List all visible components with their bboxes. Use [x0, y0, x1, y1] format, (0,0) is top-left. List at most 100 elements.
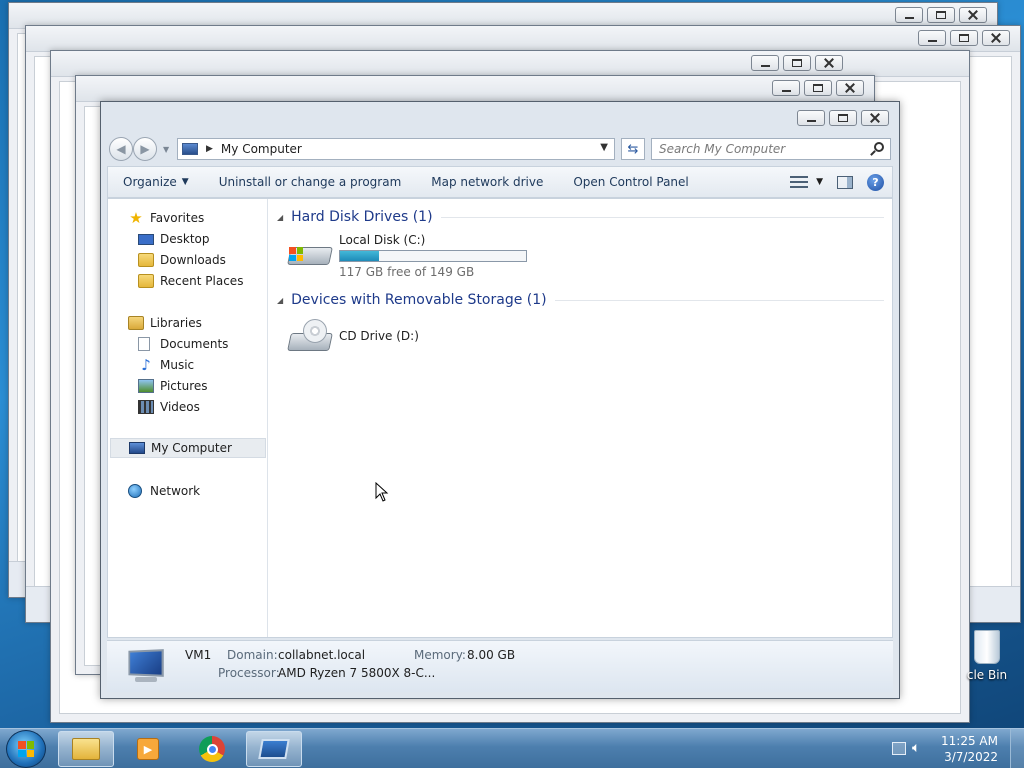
preview-pane-icon[interactable]: [837, 175, 853, 189]
nav-item-recent-places[interactable]: Recent Places: [138, 271, 243, 291]
clock-date[interactable]: 3/7/2022: [944, 750, 998, 764]
media-player-icon: ▶: [137, 738, 159, 760]
nav-item-favorites[interactable]: ★ Favorites: [128, 208, 204, 228]
minimize-button[interactable]: [895, 7, 923, 23]
disk-usage-fill: [340, 251, 380, 261]
views-icon: [790, 176, 809, 188]
close-button[interactable]: [815, 55, 843, 71]
minimize-button[interactable]: [772, 80, 800, 96]
maximize-icon: [936, 11, 946, 19]
show-desktop-button[interactable]: [1010, 729, 1024, 768]
nav-item-music[interactable]: ♪ Music: [138, 355, 194, 375]
window-titlebar: [76, 76, 874, 102]
refresh-button[interactable]: ⇆: [621, 138, 645, 160]
nav-item-downloads[interactable]: Downloads: [138, 250, 226, 270]
minimize-button[interactable]: [751, 55, 779, 71]
close-button[interactable]: [861, 110, 889, 126]
memory-key: Memory:: [414, 648, 466, 662]
uninstall-program-button[interactable]: Uninstall or change a program: [204, 167, 417, 197]
nav-label: Documents: [160, 337, 229, 351]
nav-item-libraries[interactable]: Libraries: [128, 313, 202, 333]
close-button[interactable]: [982, 30, 1010, 46]
maximize-button[interactable]: [950, 30, 978, 46]
collapse-triangle-icon: ◢: [277, 295, 284, 305]
maximize-button[interactable]: [783, 55, 811, 71]
change-view-button[interactable]: ▼: [790, 176, 823, 188]
address-bar[interactable]: ▶ My Computer ▼: [177, 138, 615, 160]
domain-value: collabnet.local: [278, 648, 366, 662]
remote-desktop-icon: [258, 739, 290, 759]
help-icon[interactable]: ?: [867, 173, 884, 191]
taskbar-explorer-button[interactable]: [58, 731, 114, 767]
drive-label: Local Disk (C:): [339, 233, 426, 247]
organize-button[interactable]: Organize ▼: [108, 167, 204, 197]
minimize-button[interactable]: [797, 110, 825, 126]
music-note-icon: ♪: [141, 356, 151, 374]
nav-item-documents[interactable]: Documents: [138, 334, 228, 354]
file-list: ◢ Hard Disk Drives (1) Local Disk (C:) 1…: [269, 199, 892, 637]
recent-pages-dropdown[interactable]: ▼: [163, 145, 171, 154]
close-icon: [991, 33, 1001, 43]
star-icon: ★: [129, 209, 143, 227]
computer-name: VM1: [185, 648, 212, 662]
open-control-panel-button[interactable]: Open Control Panel: [558, 167, 703, 197]
nav-label: Music: [160, 358, 195, 372]
taskbar-remote-desktop-button[interactable]: [246, 731, 302, 767]
back-button[interactable]: ◀: [109, 137, 133, 161]
close-button[interactable]: [836, 80, 864, 96]
nav-item-pictures[interactable]: Pictures: [138, 376, 208, 396]
close-icon: [845, 83, 855, 93]
clock-time[interactable]: 11:25 AM: [941, 734, 998, 748]
minimize-button[interactable]: [918, 30, 946, 46]
chevron-down-icon: ▼: [816, 177, 823, 187]
map-network-drive-button[interactable]: Map network drive: [416, 167, 558, 197]
pictures-icon: [138, 379, 154, 393]
group-header-hard-disk-drives[interactable]: ◢ Hard Disk Drives (1): [277, 207, 884, 227]
drive-info: CD Drive (D:): [339, 319, 419, 343]
address-dropdown-icon[interactable]: ▼: [600, 142, 608, 153]
taskbar-chrome-button[interactable]: [184, 731, 240, 767]
recycle-bin-desktop-icon[interactable]: cle Bin: [952, 628, 1022, 682]
nav-item-desktop[interactable]: Desktop: [138, 229, 210, 249]
nav-label: My Computer: [151, 441, 232, 455]
breadcrumb-arrow-icon[interactable]: ▶: [206, 144, 213, 154]
close-button[interactable]: [959, 7, 987, 23]
nav-item-videos[interactable]: Videos: [138, 397, 200, 417]
forward-button[interactable]: ▶: [133, 137, 157, 161]
start-button[interactable]: [6, 730, 46, 768]
group-header-removable-storage[interactable]: ◢ Devices with Removable Storage (1): [277, 290, 884, 310]
taskbar-media-player-button[interactable]: ▶: [120, 731, 176, 767]
view-tools: ▼ ?: [790, 173, 892, 191]
search-placeholder: Search My Computer: [659, 142, 786, 156]
maximize-button[interactable]: [927, 7, 955, 23]
refresh-icon: ⇆: [627, 141, 639, 157]
drive-info: Local Disk (C:) 117 GB free of 149 GB: [339, 233, 527, 279]
maximize-icon: [959, 34, 969, 42]
volume-icon[interactable]: 🔈︎: [912, 740, 920, 756]
windows-logo-icon: [18, 741, 34, 757]
taskbar: ▶ 🔈︎ 11:25 AM 3/7/2022: [0, 728, 1024, 768]
maximize-button[interactable]: [829, 110, 857, 126]
drive-item-d[interactable]: CD Drive (D:): [287, 319, 419, 355]
address-text: My Computer: [220, 142, 302, 156]
drive-item-c[interactable]: Local Disk (C:) 117 GB free of 149 GB: [287, 233, 527, 279]
search-icon: [874, 142, 884, 152]
caption-buttons: [751, 55, 843, 71]
nav-label: Pictures: [160, 379, 208, 393]
nav-label: Recent Places: [160, 274, 244, 288]
caption-buttons: [772, 80, 864, 96]
drive-label: CD Drive (D:): [339, 329, 419, 343]
caption-buttons: [918, 30, 1010, 46]
search-input[interactable]: Search My Computer: [651, 138, 891, 160]
disk-usage-bar: [339, 250, 527, 262]
nav-label: Libraries: [150, 316, 202, 330]
navigation-pane: ★ Favorites Desktop Downloads Recent Pla…: [108, 199, 268, 637]
nav-label: Downloads: [160, 253, 226, 267]
network-icon[interactable]: [892, 742, 906, 755]
maximize-button[interactable]: [804, 80, 832, 96]
window-titlebar[interactable]: [101, 102, 899, 132]
system-tray: 🔈︎ 11:25 AM 3/7/2022: [884, 729, 1024, 768]
nav-item-network[interactable]: Network: [128, 481, 200, 501]
nav-item-my-computer[interactable]: My Computer: [110, 438, 266, 458]
processor-key: Processor:: [218, 666, 280, 680]
